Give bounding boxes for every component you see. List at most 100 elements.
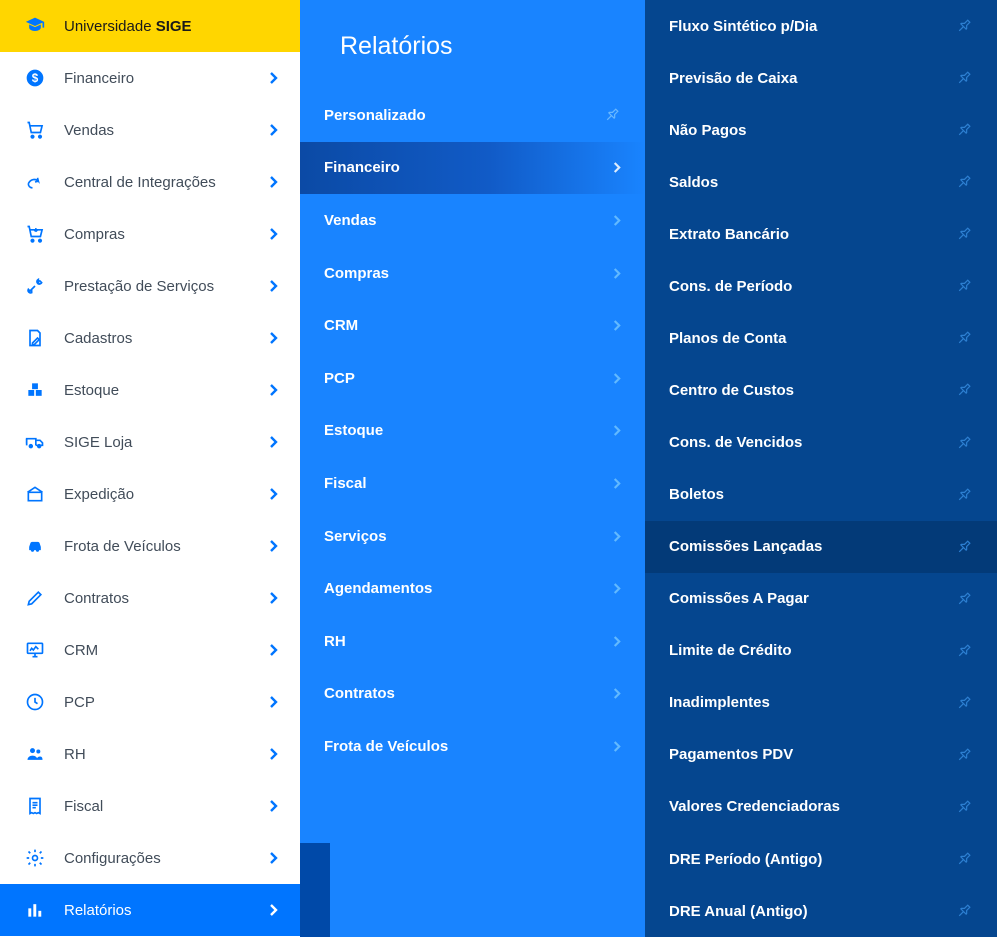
category-label: Personalizado xyxy=(324,107,603,124)
category-item-10[interactable]: RH xyxy=(300,615,645,668)
category-item-0[interactable]: Personalizado xyxy=(300,89,645,142)
sidebar-item-tools[interactable]: Prestação de Serviços xyxy=(0,260,300,312)
car-icon xyxy=(20,536,50,556)
category-item-7[interactable]: Fiscal xyxy=(300,457,645,510)
report-item-0[interactable]: Fluxo Sintético p/Dia xyxy=(645,0,997,52)
sidebar-item-label: Frota de Veículos xyxy=(64,538,268,555)
pin-icon[interactable] xyxy=(955,902,973,920)
category-label: Contratos xyxy=(324,685,612,702)
report-item-1[interactable]: Previsão de Caixa xyxy=(645,52,997,104)
sidebar-item-label: Estoque xyxy=(64,382,268,399)
report-item-9[interactable]: Boletos xyxy=(645,469,997,521)
van-icon xyxy=(20,432,50,452)
report-item-7[interactable]: Centro de Custos xyxy=(645,364,997,416)
report-label: Cons. de Período xyxy=(669,278,955,295)
chevron-right-icon xyxy=(612,161,621,174)
pin-icon[interactable] xyxy=(955,850,973,868)
report-item-17[interactable]: DRE Anual (Antigo) xyxy=(645,885,997,937)
sidebar-item-graduation[interactable]: Universidade SIGE xyxy=(0,0,300,52)
chevron-right-icon xyxy=(612,582,621,595)
chevron-right-icon xyxy=(268,331,278,345)
report-item-12[interactable]: Limite de Crédito xyxy=(645,625,997,677)
report-item-14[interactable]: Pagamentos PDV xyxy=(645,729,997,781)
pin-icon[interactable] xyxy=(955,746,973,764)
sidebar-item-share[interactable]: Central de Integrações xyxy=(0,156,300,208)
chevron-right-icon xyxy=(268,123,278,137)
report-item-16[interactable]: DRE Período (Antigo) xyxy=(645,833,997,885)
pin-icon[interactable] xyxy=(955,798,973,816)
category-item-2[interactable]: Vendas xyxy=(300,194,645,247)
report-label: Planos de Conta xyxy=(669,330,955,347)
sidebar-item-car[interactable]: Frota de Veículos xyxy=(0,520,300,572)
pin-icon[interactable] xyxy=(955,69,973,87)
pin-icon[interactable] xyxy=(955,694,973,712)
report-item-6[interactable]: Planos de Conta xyxy=(645,312,997,364)
category-item-8[interactable]: Serviços xyxy=(300,510,645,563)
sidebar-item-label: Prestação de Serviços xyxy=(64,278,268,295)
pin-icon[interactable] xyxy=(955,121,973,139)
report-label: Comissões Lançadas xyxy=(669,538,955,555)
clock-icon xyxy=(20,692,50,712)
report-item-10[interactable]: Comissões Lançadas xyxy=(645,521,997,573)
report-item-5[interactable]: Cons. de Período xyxy=(645,260,997,312)
pin-icon[interactable] xyxy=(955,329,973,347)
sidebar-item-gear[interactable]: Configurações xyxy=(0,832,300,884)
pin-icon[interactable] xyxy=(955,17,973,35)
pin-icon[interactable] xyxy=(955,486,973,504)
sidebar-item-house[interactable]: Expedição xyxy=(0,468,300,520)
category-item-11[interactable]: Contratos xyxy=(300,668,645,721)
sidebar-item-monitor[interactable]: CRM xyxy=(0,624,300,676)
category-label: Agendamentos xyxy=(324,580,612,597)
sidebar-item-bars[interactable]: Relatórios xyxy=(0,884,300,936)
reports-panel: Fluxo Sintético p/Dia Previsão de Caixa Nã… xyxy=(645,0,997,937)
chevron-right-icon xyxy=(268,799,278,813)
sidebar-item-cartdown[interactable]: Compras xyxy=(0,208,300,260)
pin-icon[interactable] xyxy=(955,590,973,608)
category-item-1[interactable]: Financeiro xyxy=(300,142,645,195)
pin-icon[interactable] xyxy=(955,434,973,452)
chevron-right-icon xyxy=(268,71,278,85)
report-item-8[interactable]: Cons. de Vencidos xyxy=(645,417,997,469)
sidebar-item-label: Vendas xyxy=(64,122,268,139)
pin-icon[interactable] xyxy=(955,277,973,295)
pin-icon[interactable] xyxy=(955,173,973,191)
sidebar-item-boxes[interactable]: Estoque xyxy=(0,364,300,416)
report-item-15[interactable]: Valores Credenciadoras xyxy=(645,781,997,833)
cart-icon xyxy=(20,120,50,140)
category-item-6[interactable]: Estoque xyxy=(300,405,645,458)
pin-icon[interactable] xyxy=(955,538,973,556)
sidebar-item-people[interactable]: RH xyxy=(0,728,300,780)
sidebar-item-van[interactable]: SIGE Loja xyxy=(0,416,300,468)
gear-icon xyxy=(20,848,50,868)
sidebar-item-note[interactable]: Cadastros xyxy=(0,312,300,364)
chevron-right-icon xyxy=(612,424,621,437)
pen-icon xyxy=(20,588,50,608)
sidebar-item-label: SIGE Loja xyxy=(64,434,268,451)
report-item-11[interactable]: Comissões A Pagar xyxy=(645,573,997,625)
sidebar-item-label: Fiscal xyxy=(64,798,268,815)
pin-icon[interactable] xyxy=(955,642,973,660)
category-label: PCP xyxy=(324,370,612,387)
category-item-9[interactable]: Agendamentos xyxy=(300,562,645,615)
sidebar-item-receipt[interactable]: Fiscal xyxy=(0,780,300,832)
category-item-3[interactable]: Compras xyxy=(300,247,645,300)
category-item-4[interactable]: CRM xyxy=(300,299,645,352)
category-item-5[interactable]: PCP xyxy=(300,352,645,405)
report-item-13[interactable]: Inadimplentes xyxy=(645,677,997,729)
sidebar-item-pen[interactable]: Contratos xyxy=(0,572,300,624)
report-label: Centro de Custos xyxy=(669,382,955,399)
sidebar-item-cart[interactable]: Vendas xyxy=(0,104,300,156)
chevron-right-icon xyxy=(268,591,278,605)
report-item-4[interactable]: Extrato Bancário xyxy=(645,208,997,260)
report-item-3[interactable]: Saldos xyxy=(645,156,997,208)
sidebar-item-dollar[interactable]: $Financeiro xyxy=(0,52,300,104)
report-label: Pagamentos PDV xyxy=(669,746,955,763)
note-icon xyxy=(20,328,50,348)
receipt-icon xyxy=(20,796,50,816)
category-item-12[interactable]: Frota de Veículos xyxy=(300,720,645,773)
pin-icon[interactable] xyxy=(955,225,973,243)
report-label: Previsão de Caixa xyxy=(669,70,955,87)
pin-icon[interactable] xyxy=(955,381,973,399)
sidebar-item-clock[interactable]: PCP xyxy=(0,676,300,728)
report-item-2[interactable]: Não Pagos xyxy=(645,104,997,156)
